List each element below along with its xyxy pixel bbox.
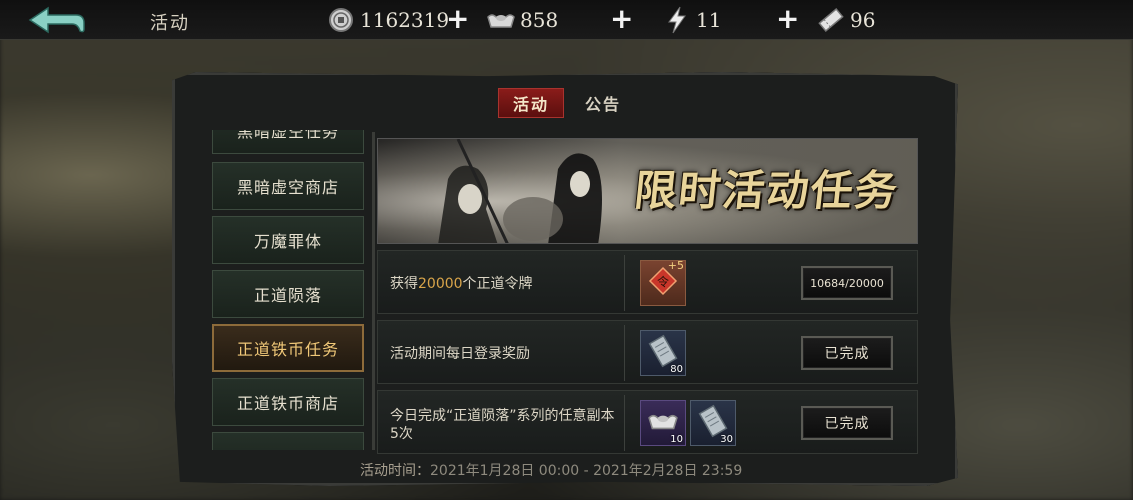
task-row: 获得20000个正道令牌 令 +5 10684/20000 [377, 250, 918, 314]
ingot-counter: 858 [486, 6, 558, 34]
task-separator [624, 255, 625, 311]
task-description: 活动期间每日登录奖励 [390, 346, 530, 362]
reward-count: 80 [670, 364, 683, 375]
add-ingot-button[interactable]: + [610, 4, 633, 34]
tab-announcement[interactable]: 公告 [570, 88, 636, 118]
banner-title: 限时活动任务 [632, 166, 902, 215]
lightning-icon [662, 6, 692, 34]
event-time: 活动时间：2021年1月28日 00:00 - 2021年2月28日 23:59 [360, 460, 742, 480]
ingot-value: 858 [520, 8, 559, 32]
reward-item[interactable]: 30 [690, 400, 736, 446]
coin-counter: 1162319 [326, 6, 449, 34]
panel-divider [372, 132, 375, 450]
event-banner: 限时活动任务 [377, 138, 918, 244]
task-text-prefix: 获得 [390, 276, 418, 292]
task-description: 获得20000个正道令牌 [390, 275, 533, 293]
activity-sidebar[interactable]: 黑暗虚空任务 黑暗虚空商店 万魔罪体 正道陨落 正道铁币任务 正道铁币商店 [212, 130, 368, 450]
sidebar-item-zhengdao-fall[interactable]: 正道陨落 [212, 270, 364, 318]
reward-item[interactable]: 令 +5 [640, 259, 686, 306]
sidebar-item-void-shop[interactable]: 黑暗虚空商店 [212, 162, 364, 210]
reward-item[interactable]: 80 [640, 330, 686, 376]
task-row: 活动期间每日登录奖励 80 已完成 [377, 320, 918, 384]
coin-icon [326, 6, 356, 34]
sidebar-item-demon-body[interactable]: 万魔罪体 [212, 216, 364, 264]
reward-count: 10 [670, 434, 683, 445]
stamina-value: 11 [696, 8, 722, 32]
task-progress-button[interactable]: 10684/20000 [801, 266, 893, 300]
task-row: 今日完成“正道陨落”系列的任意副本5次 10 30 已完成 [377, 390, 918, 454]
reward-count: 30 [720, 434, 733, 445]
task-separator [624, 395, 625, 451]
sidebar-item-iron-coin-tasks[interactable]: 正道铁币任务 [212, 324, 364, 372]
back-arrow-icon [28, 6, 85, 34]
page-title: 活动 [150, 13, 190, 34]
task-separator [624, 325, 625, 381]
ticket-value: 96 [850, 8, 876, 32]
reward-item[interactable]: 10 [640, 400, 686, 446]
ticket-counter: 96 [816, 6, 875, 34]
task-description: 今日完成“正道陨落”系列的任意副本5次 [390, 408, 615, 442]
task-completed-button[interactable]: 已完成 [801, 336, 893, 370]
ticket-icon [816, 6, 846, 34]
coin-value: 1162319 [360, 8, 450, 32]
sidebar-item-next[interactable] [212, 432, 364, 450]
event-time-label: 活动时间： [360, 463, 430, 479]
top-bar: 活动 1162319 + 858 + 11 + 96 [0, 0, 1133, 40]
silver-ingot-icon [647, 409, 679, 437]
reward-badge: +5 [667, 259, 684, 272]
sidebar-item-iron-coin-shop[interactable]: 正道铁币商店 [212, 378, 364, 426]
banner-characters-illustration [438, 139, 602, 243]
back-button[interactable] [22, 4, 92, 36]
task-text-suffix: 个正道令牌 [462, 276, 533, 292]
add-stamina-button[interactable]: + [776, 4, 799, 34]
stamina-counter: 11 [662, 6, 721, 34]
silver-ingot-icon [486, 6, 516, 34]
add-coin-button[interactable]: + [446, 4, 469, 34]
event-time-value: 2021年1月28日 00:00 - 2021年2月28日 23:59 [430, 463, 743, 479]
task-text-highlight: 20000 [418, 276, 463, 292]
task-completed-button[interactable]: 已完成 [801, 406, 893, 440]
svg-text:令: 令 [657, 274, 669, 289]
sidebar-item-void-tasks[interactable]: 黑暗虚空任务 [212, 130, 364, 154]
tab-activity[interactable]: 活动 [498, 88, 564, 118]
